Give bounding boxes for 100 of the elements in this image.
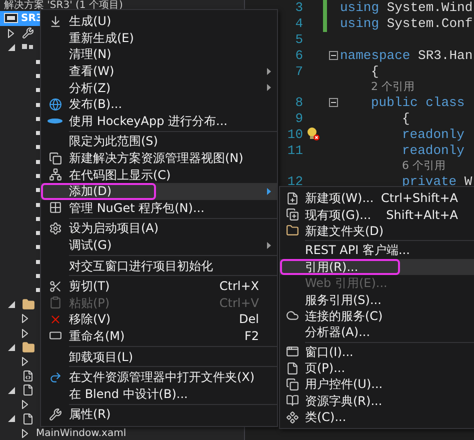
menu-item[interactable]: 用户控件(U)... — [280, 376, 474, 393]
file-icon — [22, 384, 34, 396]
menu-item[interactable]: 限定为此范围(S) — [41, 133, 277, 150]
tree-item-label: MainWindow.xaml — [36, 428, 126, 438]
line-number: 7 — [294, 64, 303, 79]
code-line: readonly — [402, 142, 464, 158]
square-icon — [36, 231, 40, 236]
collapse-icon — [329, 98, 338, 108]
reference-count-label: 6 个引用 — [402, 158, 446, 174]
folder-icon — [22, 340, 35, 354]
menu-item[interactable]: 资源字典(R)... — [280, 392, 474, 410]
menu-item[interactable]: 连接的服务(C) — [280, 308, 474, 324]
code-line: using System.Conf — [340, 16, 473, 32]
square-icon — [36, 174, 40, 178]
menu-item[interactable]: 窗口(I)... — [280, 344, 474, 360]
globe-icon — [48, 98, 62, 111]
menu-item[interactable]: 服务引用(S)... — [280, 291, 474, 308]
code-line: public class — [371, 95, 465, 110]
code-line: private W — [402, 174, 472, 190]
square-icon — [36, 116, 40, 121]
line-number: 8 — [294, 95, 303, 110]
cloud-icon — [286, 309, 299, 322]
square-icon — [36, 145, 40, 150]
menu-item[interactable]: 类(C)... — [280, 409, 474, 426]
network-icon — [48, 168, 62, 182]
line-number: 9 — [294, 110, 303, 126]
square-icon — [36, 245, 40, 250]
menu-item[interactable]: 分析(Z) — [41, 79, 277, 96]
project-icon — [4, 13, 18, 24]
copy-plus-icon — [286, 208, 299, 222]
file-code-icon — [22, 370, 34, 382]
line-number: 12 — [286, 174, 303, 190]
square-icon — [36, 60, 40, 64]
copy-icon — [286, 378, 299, 391]
square-icon — [36, 202, 40, 206]
menu-item[interactable]: 对交互窗口进行项目初始化 — [41, 257, 277, 274]
menu-item[interactable]: 分析器(A)... — [280, 324, 474, 341]
code-line: using System.Wind — [340, 0, 473, 16]
menu-item[interactable]: 在文件资源管理器中打开文件夹(X) — [41, 368, 277, 386]
line-number: 4 — [294, 16, 303, 32]
reference-count-label: 2 个引用 — [371, 79, 414, 94]
square-icon — [36, 102, 40, 107]
menu-item[interactable]: 清理(N) — [41, 46, 277, 63]
square-icon — [36, 88, 40, 92]
menu-item[interactable]: 新建项(W)... Ctrl+Shift+A — [280, 190, 474, 206]
line-number: 11 — [286, 142, 303, 158]
menu-item[interactable]: 在代码图上显示(C) — [41, 166, 277, 183]
line-number: 5 — [294, 32, 303, 47]
code-line: namespace SR3.Han — [340, 48, 473, 63]
file-plus-icon — [286, 192, 299, 205]
menu-item[interactable]: 使用 HockeyApp 进行分布... — [41, 112, 277, 130]
arrow-down-icon — [48, 14, 62, 28]
window-icon — [286, 345, 299, 358]
menu-item[interactable]: 现有项(G)... Shift+Alt+A — [280, 206, 474, 223]
settings-icon — [48, 222, 62, 235]
menu-item[interactable]: 在 Blend 中设计(B)... — [41, 385, 277, 402]
ellipse-icon — [47, 118, 63, 124]
line-number: 10 — [286, 126, 303, 142]
square-icon — [36, 274, 40, 278]
menu-item[interactable]: 重新生成(E) — [41, 30, 277, 46]
squares-icon — [22, 44, 34, 50]
menu-item[interactable]: 新建文件夹(D) — [280, 222, 474, 240]
menu-item[interactable]: 发布(B)... — [41, 96, 277, 113]
menu-item[interactable]: 设为启动项目(A) — [41, 220, 277, 237]
code-line: readonly — [402, 126, 464, 142]
menu-item[interactable]: 重命名(M) F2 — [41, 328, 277, 344]
menu-item[interactable]: 剪切(T) Ctrl+X — [41, 278, 277, 294]
line-number: 6 — [294, 48, 303, 63]
square-icon — [36, 288, 40, 292]
cross-icon — [48, 312, 62, 326]
menu-item[interactable]: 移除(V) Del — [41, 311, 277, 328]
file-icon — [286, 362, 299, 375]
line-number: 3 — [294, 0, 303, 16]
book-icon — [286, 394, 299, 408]
menu-item[interactable]: 管理 NuGet 程序包(N)... — [41, 200, 277, 216]
menu-item[interactable]: 页(P)... — [280, 360, 474, 376]
grid-icon — [48, 201, 62, 214]
menu-item[interactable]: 生成(U) — [41, 13, 277, 30]
menu-item[interactable]: 查看(W) — [41, 62, 277, 80]
square-icon — [36, 216, 40, 221]
clipboard-icon — [48, 296, 62, 310]
curved-arrow-icon — [48, 370, 62, 384]
menu-item[interactable]: REST API 客户端... — [280, 242, 474, 259]
menu-item[interactable]: 添加(D) — [41, 182, 277, 200]
menu-item[interactable]: 引用(R)... — [280, 258, 474, 275]
folder-icon — [22, 298, 35, 311]
square-icon — [36, 260, 40, 264]
menu-item[interactable]: 属性(R) — [41, 406, 277, 423]
code-line: { — [402, 110, 410, 126]
menu-item[interactable]: 卸载项目(L) — [41, 348, 277, 365]
square-icon — [36, 188, 40, 192]
menu-item[interactable]: 调试(G) — [41, 236, 277, 254]
collapse-icon — [329, 50, 338, 60]
scissors-icon — [48, 280, 62, 293]
wrench-icon — [48, 408, 62, 421]
square-icon — [36, 131, 40, 136]
square-icon — [36, 160, 40, 164]
code-line: { — [371, 64, 379, 79]
menu-item[interactable]: 新建解决方案资源管理器视图(N) — [41, 150, 277, 166]
rectangle-icon — [48, 329, 62, 342]
